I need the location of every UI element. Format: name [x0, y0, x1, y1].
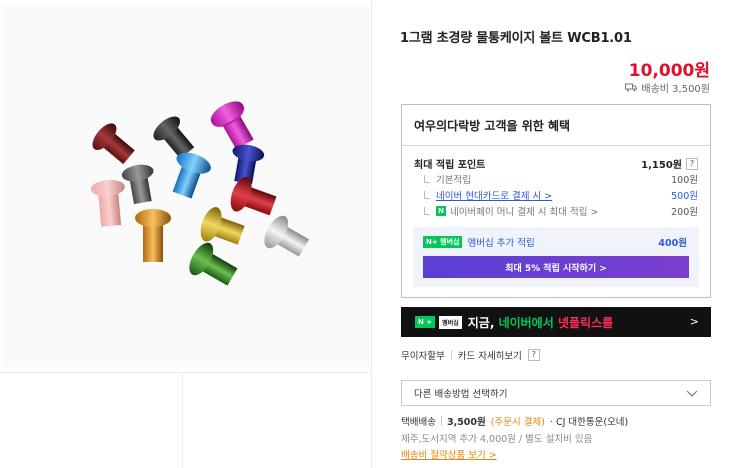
- divider: [440, 416, 442, 426]
- membership-start-button[interactable]: 최대 5% 적립 시작하기 >: [423, 256, 689, 278]
- help-icon[interactable]: ?: [686, 157, 698, 170]
- membership-mini-badge: 멤버십: [439, 315, 462, 329]
- card-points-row: 네이버 현대카드로 결제 시 > 500원: [414, 188, 698, 202]
- max-points-label: 최대 적립 포인트: [414, 160, 486, 171]
- max-points-value: 1,150원: [641, 160, 682, 171]
- npay-points-link[interactable]: 네이버페이 머니 결제 시 최대 적립 >: [450, 204, 598, 218]
- card-points-link[interactable]: 네이버 현대카드로 결제 시 >: [436, 188, 552, 202]
- interest-free-label: 무이자할부: [401, 351, 445, 362]
- naver-plus-badge: N +: [415, 316, 436, 328]
- product-info: 1그램 초경량 물통케이지 볼트 WCB1.01 10,000원 배송비 3,5…: [372, 0, 743, 468]
- divider: [402, 145, 710, 146]
- benefit-title: 여우의다락방 고객을 위한 혜택: [414, 119, 571, 133]
- delivery-type: 택배배송: [401, 417, 436, 428]
- bolts-photo: [90, 101, 309, 286]
- delivery-carrier: · CJ 대한통운(오네): [549, 417, 629, 428]
- shipping-fee: 배송비 3,500원: [625, 80, 710, 95]
- basic-points-row: 기본적립 100원: [414, 172, 698, 186]
- card-detail-link[interactable]: 카드 자세히보기: [458, 348, 522, 362]
- card-info: 무이자할부 카드 자세히보기 ?: [401, 348, 540, 362]
- banner-text: 지금, 네이버에서 넷플릭스를: [467, 315, 614, 330]
- npay-points-value: 200원: [671, 207, 698, 218]
- membership-badge: N+ 멤버십: [423, 236, 463, 248]
- product-image[interactable]: [3, 5, 369, 367]
- thumbnail-strip: [0, 372, 372, 468]
- product-price: 10,000원: [628, 61, 710, 81]
- chevron-down-icon: [686, 390, 698, 397]
- delivery-price: 3,500원: [446, 417, 486, 428]
- basic-points-value: 100원: [671, 175, 698, 186]
- naverpay-icon: N: [436, 206, 446, 216]
- npay-points-row: N 네이버페이 머니 결제 시 최대 적립 > 200원: [414, 204, 698, 218]
- membership-label: 멤버십 추가 적립: [467, 238, 535, 249]
- branch-icon: [424, 207, 430, 215]
- product-title: 1그램 초경량 물통케이지 볼트 WCB1.01: [400, 31, 632, 46]
- branch-icon: [424, 191, 430, 199]
- delivery-extra: 제주,도서지역 추가 4,000원 / 별도 설치비 있음: [401, 434, 593, 445]
- thumbnail[interactable]: [3, 373, 183, 468]
- shipping-saving-link[interactable]: 배송비 절약상품 보기 >: [401, 447, 497, 461]
- benefit-box: 여우의다락방 고객을 위한 혜택 최대 적립 포인트 1,150원 ? 기본적립…: [401, 104, 711, 298]
- membership-box: N+ 멤버십 멤버십 추가 적립 400원 최대 5% 적립 시작하기 >: [413, 227, 699, 287]
- truck-icon: [625, 83, 638, 92]
- delivery-info: 택배배송 3,500원 (주문시 결제) · CJ 대한통운(오네): [401, 414, 628, 428]
- shipping-fee-text: 배송비 3,500원: [641, 84, 710, 95]
- product-gallery: [0, 0, 372, 468]
- chevron-right-icon: >: [689, 315, 699, 328]
- shipping-method-select[interactable]: 다른 배송방법 선택하기: [401, 380, 711, 406]
- delivery-payment-note: (주문시 결제): [490, 417, 545, 428]
- divider: [450, 350, 452, 360]
- basic-points-label: 기본적립: [436, 175, 471, 186]
- help-icon[interactable]: ?: [527, 349, 540, 361]
- naver-netflix-banner[interactable]: N + 멤버십 지금, 네이버에서 넷플릭스를 >: [401, 307, 711, 337]
- membership-value: 400원: [658, 238, 687, 249]
- shipping-method-label: 다른 배송방법 선택하기: [414, 389, 508, 400]
- branch-icon: [424, 175, 430, 183]
- max-points-row: 최대 적립 포인트 1,150원 ?: [414, 156, 698, 171]
- card-points-value: 500원: [671, 191, 698, 202]
